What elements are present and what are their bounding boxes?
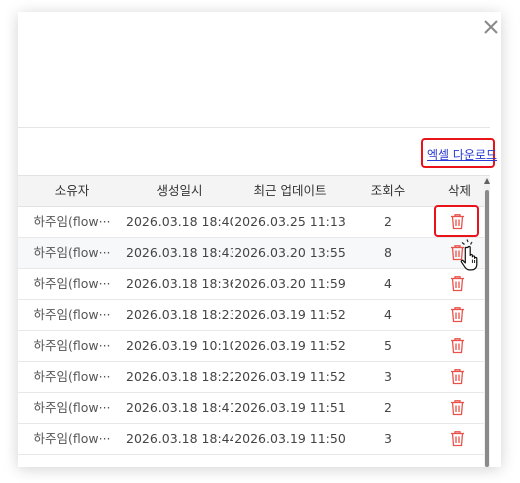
table-row[interactable]: 하주임(flow··· 2026.03.18 18:22 2026.03.19 … xyxy=(18,362,490,393)
table-row[interactable]: 하주임(flow··· 2026.03.18 18:36 2026.03.20 … xyxy=(18,269,490,300)
table-header: 소유자 생성일시 최근 업데이트 조회수 삭제 xyxy=(18,175,490,207)
cell-created: 2026.03.18 18:22 xyxy=(126,369,233,384)
table-row[interactable]: 하주임(flow··· 2026.03.18 18:44 2026.03.19 … xyxy=(18,424,490,455)
cell-views: 2 xyxy=(384,400,392,415)
table-row[interactable]: 하주임(flow··· 2026.03.18 18:40 2026.03.25 … xyxy=(18,207,490,238)
cell-views: 8 xyxy=(384,245,392,260)
header-updated: 최근 업데이트 xyxy=(253,183,327,198)
history-table: 소유자 생성일시 최근 업데이트 조회수 삭제 하주임(flow··· 2026… xyxy=(18,175,490,467)
trash-icon[interactable] xyxy=(450,275,465,292)
table-row[interactable]: 하주임(flow··· 2026.03.18 18:43 2026.03.20 … xyxy=(18,238,490,269)
cell-updated: 2026.03.19 11:50 xyxy=(234,431,346,446)
header-delete: 삭제 xyxy=(447,183,471,198)
cell-views: 5 xyxy=(384,338,392,353)
cell-created: 2026.03.19 10:10 xyxy=(126,338,233,353)
header-divider xyxy=(18,127,490,128)
cell-updated: 2026.03.19 11:51 xyxy=(234,400,346,415)
scroll-up-arrow-icon[interactable] xyxy=(484,178,490,184)
cell-views: 2 xyxy=(384,214,392,229)
cell-owner: 하주임(flow··· xyxy=(33,276,111,291)
table-row[interactable]: 하주임(flow··· 2026.03.18 18:23 2026.03.19 … xyxy=(18,300,490,331)
cell-created: 2026.03.18 18:43 xyxy=(126,245,233,260)
cell-owner: 하주임(flow··· xyxy=(33,245,111,260)
cell-updated: 2026.03.19 11:52 xyxy=(234,338,346,353)
cell-owner: 하주임(flow··· xyxy=(33,338,111,353)
cell-views: 3 xyxy=(384,369,392,384)
trash-icon[interactable] xyxy=(450,337,465,354)
cell-owner: 하주임(flow··· xyxy=(33,431,111,446)
table-row[interactable]: 하주임(flow··· 2026.03.18 18:41 2026.03.19 … xyxy=(18,393,490,424)
cell-views: 4 xyxy=(384,276,392,291)
trash-icon[interactable] xyxy=(450,306,465,323)
cell-created: 2026.03.18 18:44 xyxy=(126,431,233,446)
cell-created: 2026.03.18 18:23 xyxy=(126,307,233,322)
cell-owner: 하주임(flow··· xyxy=(33,369,111,384)
trash-icon[interactable] xyxy=(450,399,465,416)
cell-owner: 하주임(flow··· xyxy=(33,307,111,322)
trash-icon[interactable] xyxy=(450,430,465,447)
cell-updated: 2026.03.19 11:52 xyxy=(234,307,346,322)
close-button[interactable] xyxy=(480,16,501,38)
cell-views: 4 xyxy=(384,307,392,322)
close-icon xyxy=(484,20,498,34)
cell-created: 2026.03.18 18:41 xyxy=(126,400,233,415)
cell-views: 3 xyxy=(384,431,392,446)
trash-icon[interactable] xyxy=(450,244,465,261)
delete-highlight xyxy=(434,205,479,237)
dialog: 엑셀 다운로드 소유자 생성일시 최근 업데이트 조회수 삭제 하주임(flow… xyxy=(18,12,501,467)
cell-created: 2026.03.18 18:36 xyxy=(126,276,233,291)
cell-owner: 하주임(flow··· xyxy=(33,214,111,229)
cell-created: 2026.03.18 18:40 xyxy=(126,214,233,229)
excel-download-link[interactable]: 엑셀 다운로드 xyxy=(427,146,497,163)
header-owner: 소유자 xyxy=(54,183,90,198)
cell-updated: 2026.03.20 11:59 xyxy=(234,276,346,291)
scrollbar-thumb[interactable] xyxy=(485,190,489,467)
cell-updated: 2026.03.20 13:55 xyxy=(234,245,346,260)
cell-owner: 하주임(flow··· xyxy=(33,400,111,415)
trash-icon[interactable] xyxy=(450,368,465,385)
header-created: 생성일시 xyxy=(156,183,203,198)
cell-updated: 2026.03.19 11:52 xyxy=(234,369,346,384)
table-row[interactable]: 하주임(flow··· 2026.03.19 10:10 2026.03.19 … xyxy=(18,331,490,362)
cell-updated: 2026.03.25 11:13 xyxy=(234,214,346,229)
header-views: 조회수 xyxy=(370,183,406,198)
